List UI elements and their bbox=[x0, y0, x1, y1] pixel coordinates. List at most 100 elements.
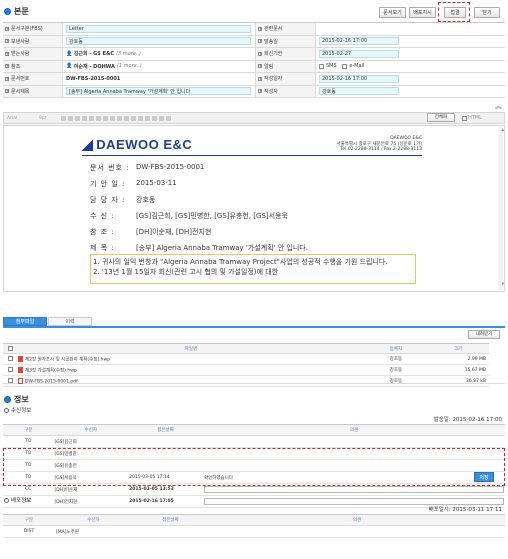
more-link[interactable]: (1 more..) bbox=[117, 63, 142, 69]
form-value: [송부] Algeria Annaba Tramway '가설계획' 안 입니다 bbox=[63, 85, 256, 97]
font-color-icon[interactable] bbox=[89, 115, 94, 121]
form-row: + 보낸사람 강호동 + 발송일 2015-02-16 17:00 bbox=[3, 35, 505, 48]
form-value: Letter bbox=[63, 23, 256, 35]
doc-type-field[interactable]: Letter bbox=[66, 24, 251, 33]
table-row[interactable]: 제3장 가설계획(수정).hwp 강호동 15.67 MB bbox=[3, 364, 489, 376]
expand-icon[interactable]: + bbox=[258, 26, 262, 31]
table-row[interactable]: 제2장 원자조사 및 시공관리 계획(수정).hwp 강호동 2.99 MB bbox=[3, 353, 489, 365]
row-checkbox[interactable] bbox=[7, 356, 13, 361]
send-date-field[interactable]: 2015-02-16 17:00 bbox=[319, 37, 399, 46]
form-label: + 회신기한 bbox=[256, 48, 316, 60]
form-value: 강호동 bbox=[316, 86, 505, 98]
company-address: DAEWOO E&C 서울특별시 종로구 새문안로 75 (신문로 1가) Te… bbox=[336, 136, 423, 152]
bottom-tabs: 첨부파일 이력 bbox=[3, 317, 93, 326]
size-select[interactable]: 9pt bbox=[39, 116, 59, 121]
sub-bullet-icon bbox=[4, 497, 9, 503]
form-row: + 문서구분(FBS) Letter + 관련문서 bbox=[3, 23, 505, 36]
form-label: + 작성일자 bbox=[256, 73, 316, 85]
tab-history[interactable]: 이력 bbox=[48, 317, 92, 326]
info-section-title: 정보 bbox=[14, 395, 29, 404]
scroll-down-icon[interactable]: ▾ bbox=[501, 281, 504, 287]
font-select[interactable]: Arial bbox=[7, 116, 37, 121]
expand-icon[interactable]: + bbox=[5, 26, 9, 31]
tab-attachments[interactable]: 첨부파일 bbox=[3, 317, 47, 326]
expand-icon[interactable]: + bbox=[258, 76, 262, 81]
write-date-field[interactable]: 2015-02-16 17:00 bbox=[319, 74, 399, 83]
row-checkbox[interactable] bbox=[7, 367, 13, 372]
expand-icon[interactable]: + bbox=[258, 39, 262, 44]
doc-meta-line: 기 안 일 :2015-03-11 bbox=[90, 179, 177, 188]
download-button[interactable]: 내려받기 bbox=[468, 330, 500, 339]
form-value: 👤 이순재 - DOHWA (1 more..) bbox=[63, 60, 256, 72]
table-header: 구분 수신자 접은날짜 의견 bbox=[3, 514, 505, 526]
sms-checkbox[interactable] bbox=[319, 63, 324, 69]
align-right-icon[interactable] bbox=[117, 115, 122, 121]
form-row: + 참조 👤 이순재 - DOHWA (1 more..) + 알림 SMS e-Ma… bbox=[3, 60, 505, 73]
expand-icon[interactable]: + bbox=[5, 64, 9, 69]
table-row[interactable]: DW-FBS-2015-0001.pdf 강호동 36.87 kB bbox=[3, 375, 489, 387]
hwp-file-icon bbox=[18, 366, 23, 373]
doc-number-value: DW-FBS-2015-0001 bbox=[66, 75, 121, 82]
table-icon[interactable] bbox=[152, 115, 157, 121]
more-link[interactable]: (3 more..) bbox=[116, 51, 141, 57]
author-field[interactable]: 강호동 bbox=[319, 87, 399, 96]
form-label: + 문서제목 bbox=[3, 85, 63, 97]
expand-icon[interactable]: + bbox=[5, 89, 9, 94]
opinion-input[interactable] bbox=[204, 486, 504, 493]
expand-icon[interactable]: + bbox=[258, 64, 262, 69]
bold-icon[interactable] bbox=[61, 115, 66, 121]
opinion-input[interactable] bbox=[204, 498, 504, 505]
collapse-icon[interactable]: ︽ bbox=[495, 101, 502, 111]
letter-body[interactable]: 1. 귀사의 일익 번창과 "Algeria Annaba Tramway Pr… bbox=[90, 254, 416, 284]
email-checkbox[interactable] bbox=[342, 63, 348, 69]
close-button[interactable]: 닫기 bbox=[474, 7, 500, 18]
form-value: 2015-02-16 17:00 bbox=[316, 73, 505, 85]
strike-icon[interactable] bbox=[82, 115, 87, 121]
redo-icon[interactable] bbox=[166, 115, 171, 121]
doc-title-field[interactable]: [송부] Algeria Annaba Tramway '가설계획' 안 입니다 bbox=[66, 87, 251, 96]
form-value: 👤 김근희 - GS E&C (3 more..) bbox=[63, 48, 256, 60]
row-checkbox[interactable] bbox=[7, 378, 13, 383]
link-icon[interactable] bbox=[138, 115, 143, 121]
indent-icon[interactable] bbox=[131, 115, 136, 121]
html-checkbox[interactable] bbox=[462, 115, 467, 121]
form-row: + 받는사람 👤 김근희 - GS E&C (3 more..) + 회신기한 201… bbox=[3, 48, 505, 61]
sender-field[interactable]: 강호동 bbox=[66, 37, 251, 46]
expand-icon[interactable]: + bbox=[5, 39, 9, 44]
list-icon[interactable] bbox=[124, 115, 129, 121]
html-toggle[interactable]: HTML bbox=[462, 115, 482, 121]
image-icon[interactable] bbox=[145, 115, 150, 121]
distribute-button[interactable]: 배포지시 bbox=[409, 7, 436, 18]
expand-icon[interactable]: + bbox=[258, 89, 262, 94]
align-center-icon[interactable] bbox=[110, 115, 115, 121]
form-label: + 작성자 bbox=[256, 85, 316, 97]
select-all-checkbox[interactable] bbox=[7, 345, 13, 351]
expand-icon[interactable]: + bbox=[5, 76, 9, 81]
distribution-header: 배포정보 bbox=[4, 496, 31, 504]
form-label: + 참조 bbox=[3, 60, 63, 72]
file-link[interactable]: DW-FBS-2015-0001.pdf bbox=[25, 379, 78, 384]
underline-icon[interactable] bbox=[75, 115, 80, 121]
align-left-icon[interactable] bbox=[103, 115, 108, 121]
file-link[interactable]: 제3장 가설계획(수정).hwp bbox=[25, 368, 77, 373]
italic-icon[interactable] bbox=[68, 115, 73, 121]
reply-deadline-field[interactable]: 2015-02-27 bbox=[319, 49, 399, 58]
form-label: + 발송일 bbox=[256, 35, 316, 47]
editor-scrollbar[interactable] bbox=[498, 127, 503, 290]
doc-view-button[interactable]: 문서보기 bbox=[379, 7, 406, 18]
file-link[interactable]: 제2장 원자조사 및 시공관리 계획(수정).hwp bbox=[25, 357, 110, 362]
table-row: DIST [MA]노주원 bbox=[3, 525, 505, 538]
main-section-header: 본문 bbox=[4, 6, 29, 17]
bg-color-icon[interactable] bbox=[96, 115, 101, 121]
undo-icon[interactable] bbox=[159, 115, 164, 121]
fullscreen-button[interactable]: 전체화 bbox=[427, 113, 455, 122]
scroll-up-icon[interactable]: ▴ bbox=[501, 127, 504, 133]
expand-icon[interactable]: + bbox=[258, 51, 262, 56]
form-label: + 알림 bbox=[256, 60, 316, 72]
editor-area[interactable]: ▴ ▾ ◢ DAEWOO E&C DAEWOO E&C 서울특별시 종로구 새문안… bbox=[3, 125, 505, 292]
doc-meta-line: 문서 번호 : DW-FBS-2015-0001 bbox=[90, 163, 205, 172]
sent-date: 발송일: 2015-02-16 17:00 bbox=[433, 417, 502, 423]
expand-icon[interactable]: + bbox=[5, 51, 9, 56]
save-button[interactable]: 저장 bbox=[474, 472, 494, 482]
col-file: 파일명 bbox=[17, 343, 365, 354]
